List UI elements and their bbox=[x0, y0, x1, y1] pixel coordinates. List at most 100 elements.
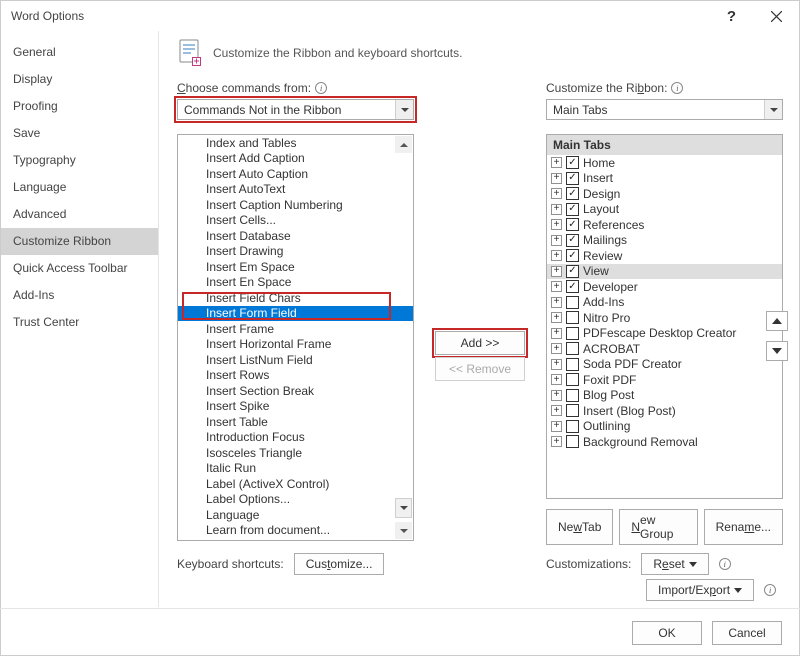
list-item[interactable]: Insert Auto Caption bbox=[178, 166, 413, 182]
customize-ribbon-combo[interactable]: Main Tabs bbox=[546, 99, 783, 120]
expand-icon[interactable]: + bbox=[551, 219, 562, 230]
checkbox[interactable] bbox=[566, 156, 579, 169]
new-tab-button[interactable]: New Tab bbox=[546, 509, 613, 545]
list-item[interactable]: Insert Section Break bbox=[178, 383, 413, 399]
list-item[interactable]: Learn from document... bbox=[178, 523, 413, 539]
list-item[interactable]: Isosceles Triangle bbox=[178, 445, 413, 461]
new-group-button[interactable]: New Group bbox=[619, 509, 697, 545]
ok-button[interactable]: OK bbox=[632, 621, 702, 645]
list-item[interactable]: Insert Table bbox=[178, 414, 413, 430]
list-item[interactable]: Insert Em Space bbox=[178, 259, 413, 275]
move-up-button[interactable] bbox=[766, 311, 788, 331]
help-button[interactable]: ? bbox=[709, 1, 754, 31]
checkbox[interactable] bbox=[566, 218, 579, 231]
info-icon[interactable]: i bbox=[764, 584, 776, 596]
expand-icon[interactable]: + bbox=[551, 235, 562, 246]
sidebar-item[interactable]: Add-Ins bbox=[1, 282, 158, 309]
add-button[interactable]: Add >> bbox=[435, 331, 525, 355]
tree-item[interactable]: +Insert bbox=[547, 171, 782, 187]
tree-item[interactable]: +Review bbox=[547, 248, 782, 264]
tree-item[interactable]: +Blog Post bbox=[547, 388, 782, 404]
rename-button[interactable]: Rename... bbox=[704, 509, 783, 545]
checkbox[interactable] bbox=[566, 203, 579, 216]
expand-icon[interactable]: + bbox=[551, 359, 562, 370]
list-item[interactable]: Insert Database bbox=[178, 228, 413, 244]
list-item[interactable]: Insert Spike bbox=[178, 399, 413, 415]
sidebar-item[interactable]: Proofing bbox=[1, 93, 158, 120]
list-item[interactable]: Left Brace bbox=[178, 538, 413, 540]
list-item[interactable]: Insert ListNum Field bbox=[178, 352, 413, 368]
checkbox[interactable] bbox=[566, 172, 579, 185]
move-down-button[interactable] bbox=[766, 341, 788, 361]
expand-icon[interactable]: + bbox=[551, 374, 562, 385]
expand-icon[interactable]: + bbox=[551, 312, 562, 323]
sidebar-item[interactable]: Language bbox=[1, 174, 158, 201]
list-item[interactable]: Insert Caption Numbering bbox=[178, 197, 413, 213]
info-icon[interactable]: i bbox=[315, 82, 327, 94]
info-icon[interactable]: i bbox=[671, 82, 683, 94]
sidebar-item[interactable]: Quick Access Toolbar bbox=[1, 255, 158, 282]
expand-icon[interactable]: + bbox=[551, 188, 562, 199]
list-item[interactable]: Insert Drawing bbox=[178, 244, 413, 260]
tree-item[interactable]: +Design bbox=[547, 186, 782, 202]
tree-item[interactable]: +Developer bbox=[547, 279, 782, 295]
close-button[interactable] bbox=[754, 1, 799, 31]
info-icon[interactable]: i bbox=[719, 558, 731, 570]
expand-icon[interactable]: + bbox=[551, 297, 562, 308]
tree-item[interactable]: +Insert (Blog Post) bbox=[547, 403, 782, 419]
checkbox[interactable] bbox=[566, 327, 579, 340]
list-dropdown-button[interactable] bbox=[395, 498, 412, 518]
expand-icon[interactable]: + bbox=[551, 250, 562, 261]
tree-item[interactable]: +View bbox=[547, 264, 782, 280]
sidebar-item[interactable]: Customize Ribbon bbox=[1, 228, 158, 255]
expand-icon[interactable]: + bbox=[551, 421, 562, 432]
list-item[interactable]: Language bbox=[178, 507, 413, 523]
checkbox[interactable] bbox=[566, 404, 579, 417]
checkbox[interactable] bbox=[566, 265, 579, 278]
checkbox[interactable] bbox=[566, 342, 579, 355]
checkbox[interactable] bbox=[566, 373, 579, 386]
tree-item[interactable]: +ACROBAT bbox=[547, 341, 782, 357]
choose-commands-combo[interactable]: Commands Not in the Ribbon bbox=[177, 99, 414, 120]
sidebar-item[interactable]: Typography bbox=[1, 147, 158, 174]
tree-item[interactable]: +Home bbox=[547, 155, 782, 171]
sidebar-item[interactable]: Trust Center bbox=[1, 309, 158, 336]
checkbox[interactable] bbox=[566, 249, 579, 262]
tree-item[interactable]: +Mailings bbox=[547, 233, 782, 249]
tree-item[interactable]: +PDFescape Desktop Creator bbox=[547, 326, 782, 342]
commands-listbox[interactable]: Index and TablesInsert Add CaptionInsert… bbox=[177, 134, 414, 541]
expand-icon[interactable]: + bbox=[551, 204, 562, 215]
tree-item[interactable]: +Outlining bbox=[547, 419, 782, 435]
checkbox[interactable] bbox=[566, 435, 579, 448]
checkbox[interactable] bbox=[566, 311, 579, 324]
scroll-down-button[interactable] bbox=[395, 522, 412, 539]
sidebar-item[interactable]: Advanced bbox=[1, 201, 158, 228]
list-item[interactable]: Insert Cells... bbox=[178, 213, 413, 229]
list-item[interactable]: Insert Horizontal Frame bbox=[178, 337, 413, 353]
checkbox[interactable] bbox=[566, 187, 579, 200]
checkbox[interactable] bbox=[566, 389, 579, 402]
list-item[interactable]: Italic Run bbox=[178, 461, 413, 477]
expand-icon[interactable]: + bbox=[551, 281, 562, 292]
cancel-button[interactable]: Cancel bbox=[712, 621, 782, 645]
import-export-button[interactable]: Import/Export bbox=[646, 579, 754, 601]
tree-item[interactable]: +Foxit PDF bbox=[547, 372, 782, 388]
list-item[interactable]: Insert Field Chars bbox=[178, 290, 413, 306]
list-item[interactable]: Insert Rows bbox=[178, 368, 413, 384]
expand-icon[interactable]: + bbox=[551, 173, 562, 184]
tree-item[interactable]: +Add-Ins bbox=[547, 295, 782, 311]
tree-item[interactable]: +Background Removal bbox=[547, 434, 782, 450]
checkbox[interactable] bbox=[566, 358, 579, 371]
expand-icon[interactable]: + bbox=[551, 390, 562, 401]
scroll-up-button[interactable] bbox=[395, 136, 412, 153]
checkbox[interactable] bbox=[566, 280, 579, 293]
reset-button[interactable]: Reset bbox=[641, 553, 708, 575]
sidebar-item[interactable]: Save bbox=[1, 120, 158, 147]
sidebar-item[interactable]: Display bbox=[1, 66, 158, 93]
expand-icon[interactable]: + bbox=[551, 328, 562, 339]
list-item[interactable]: Insert En Space bbox=[178, 275, 413, 291]
tree-item[interactable]: +References bbox=[547, 217, 782, 233]
sidebar-item[interactable]: General bbox=[1, 39, 158, 66]
list-item[interactable]: Label Options... bbox=[178, 492, 413, 508]
tree-item[interactable]: +Soda PDF Creator bbox=[547, 357, 782, 373]
